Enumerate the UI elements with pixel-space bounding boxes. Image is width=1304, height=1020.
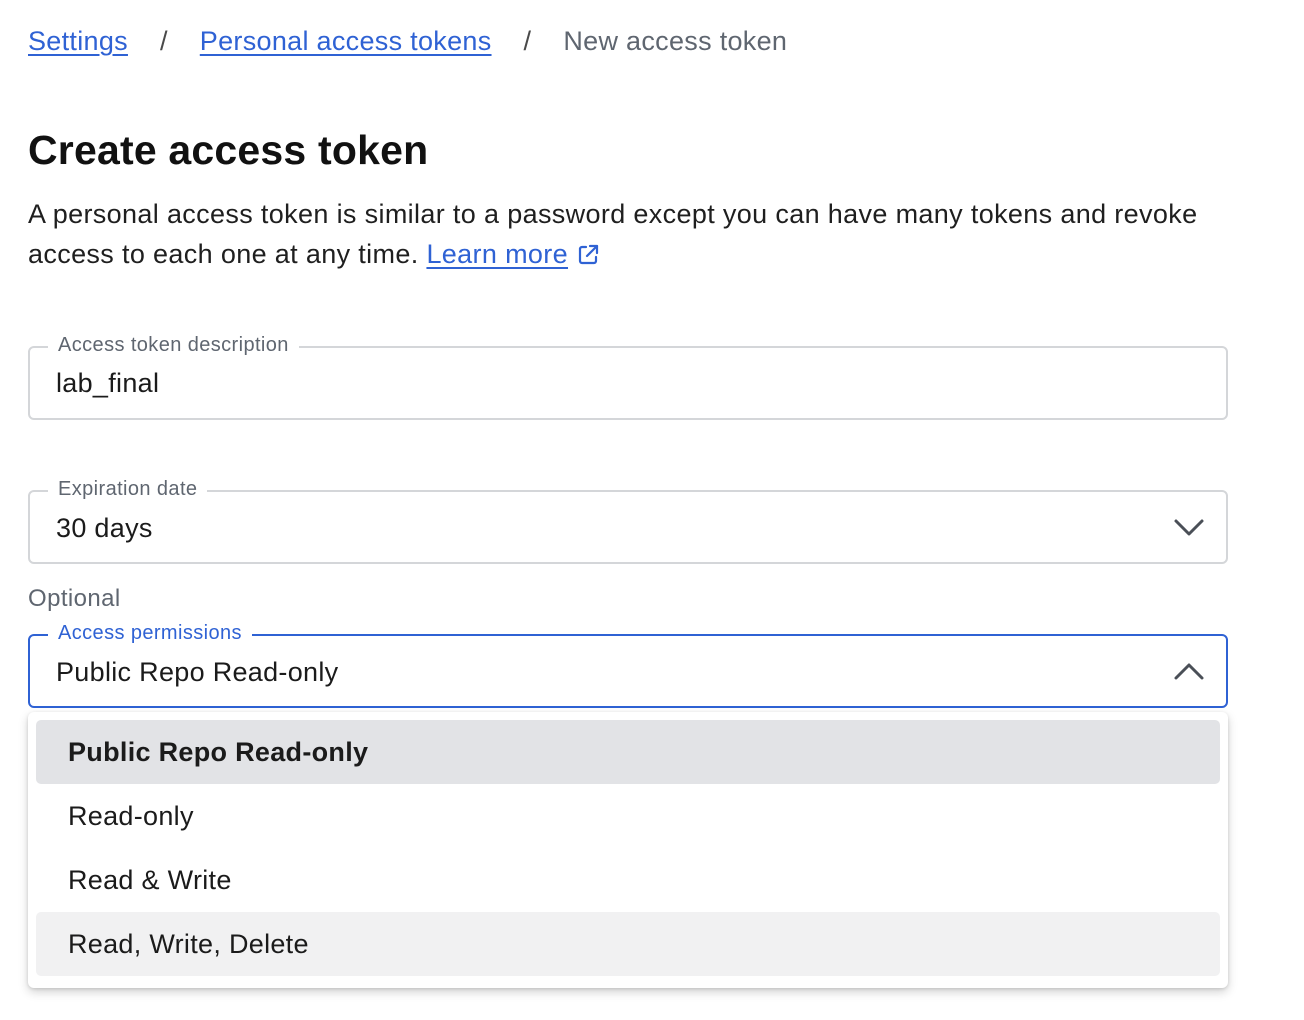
access-permissions-value: Public Repo Read-only: [56, 657, 339, 687]
optional-label: Optional: [28, 585, 121, 612]
page-title: Create access token: [28, 127, 429, 173]
permission-option-public-repo-read-only[interactable]: Public Repo Read-only: [36, 720, 1220, 784]
intro-text: A personal access token is similar to a …: [28, 194, 1228, 274]
permission-option-read-write[interactable]: Read & Write: [36, 848, 1220, 912]
access-token-description-input[interactable]: [56, 348, 1156, 418]
breadcrumb-tokens-link[interactable]: Personal access tokens: [200, 26, 492, 57]
learn-more-label: Learn more: [426, 239, 569, 269]
expiration-date-value: 30 days: [56, 513, 153, 543]
access-token-description-field[interactable]: Access token description: [28, 331, 1228, 420]
expiration-date-select[interactable]: Expiration date 30 days: [28, 475, 1228, 564]
access-permissions-menu: Public Repo Read-only Read-only Read & W…: [28, 712, 1228, 988]
permission-option-read-write-delete[interactable]: Read, Write, Delete: [36, 912, 1220, 976]
external-link-icon: [578, 244, 599, 265]
intro-body: A personal access token is similar to a …: [28, 199, 1198, 269]
breadcrumb-current: New access token: [563, 25, 788, 56]
chevron-up-icon: [1174, 663, 1204, 680]
breadcrumb-separator: /: [523, 25, 532, 56]
permission-option-read-only[interactable]: Read-only: [36, 784, 1220, 848]
chevron-down-icon: [1174, 519, 1204, 536]
breadcrumb-separator: /: [159, 25, 168, 56]
breadcrumb-settings-link[interactable]: Settings: [28, 26, 128, 57]
learn-more-link[interactable]: Learn more: [426, 239, 600, 269]
breadcrumb: Settings / Personal access tokens / New …: [28, 22, 787, 60]
access-permissions-select[interactable]: Access permissions Public Repo Read-only: [28, 619, 1228, 708]
